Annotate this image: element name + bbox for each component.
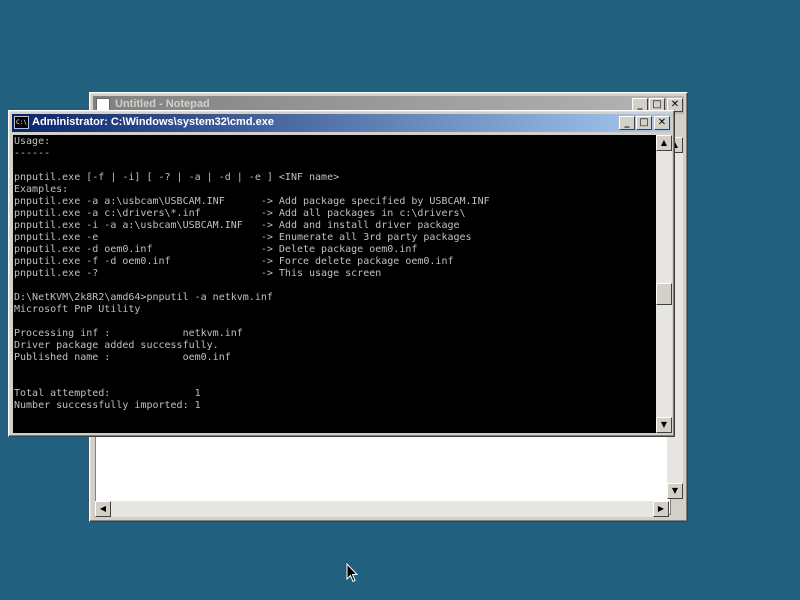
console-text: Usage: ------ pnputil.exe [-f | -i] [ -?…: [14, 136, 490, 433]
console-line: Number successfully imported: 1: [14, 400, 201, 411]
console-line: Examples:: [14, 184, 69, 195]
console-line: pnputil.exe -f -d oem0.inf -> Force dele…: [14, 256, 454, 267]
console-line: Microsoft PnP Utility: [14, 304, 141, 315]
console-line: D:\NetKVM\2k8R2\amd64>pnputil -a netkvm.…: [14, 292, 273, 303]
mouse-pointer-icon: [346, 563, 358, 583]
console-line: Processing inf : netkvm.inf: [14, 328, 243, 339]
console-line: pnputil.exe -d oem0.inf -> Delete packag…: [14, 244, 418, 255]
cmd-icon: C:\: [14, 116, 29, 129]
console-line: pnputil.exe -a c:\drivers\*.inf -> Add a…: [14, 208, 466, 219]
console-line: pnputil.exe -? -> This usage screen: [14, 268, 382, 279]
console-line: Driver package added successfully.: [14, 340, 219, 351]
cmd-scroll-thumb[interactable]: [656, 283, 672, 305]
cmd-vertical-scrollbar[interactable]: ▲ ▼: [656, 135, 672, 433]
console-line: Published name : oem0.inf: [14, 352, 231, 363]
console-line: Usage:: [14, 136, 51, 147]
cmd-minimize-button[interactable]: _: [619, 116, 635, 130]
cmd-scroll-up-icon[interactable]: ▲: [656, 135, 672, 151]
notepad-scroll-left-icon[interactable]: ◀: [95, 501, 111, 517]
notepad-scroll-right-icon[interactable]: ▶: [653, 501, 669, 517]
console-line: pnputil.exe -i -a a:\usbcam\USBCAM.INF -…: [14, 220, 460, 231]
console-line: ------: [14, 148, 51, 159]
cmd-scroll-down-icon[interactable]: ▼: [656, 417, 672, 433]
cmd-titlebar[interactable]: C:\ Administrator: C:\Windows\system32\c…: [12, 114, 671, 132]
notepad-horizontal-scrollbar[interactable]: ◀ ▶: [95, 501, 669, 517]
console-line: pnputil.exe -e -> Enumerate all 3rd part…: [14, 232, 472, 243]
cmd-maximize-button[interactable]: □: [636, 116, 652, 130]
cmd-title: Administrator: C:\Windows\system32\cmd.e…: [32, 116, 274, 128]
console-line: pnputil.exe [-f | -i] [ -? | -a | -d | -…: [14, 172, 340, 183]
notepad-scroll-down-icon[interactable]: ▼: [667, 483, 683, 499]
desktop[interactable]: Untitled - Notepad _ □ ✕ ▲ ▼ ◀ ▶ C:\ Adm…: [0, 0, 800, 600]
console-line: pnputil.exe -a a:\usbcam\USBCAM.INF -> A…: [14, 196, 490, 207]
cmd-window[interactable]: C:\ Administrator: C:\Windows\system32\c…: [8, 110, 675, 437]
cmd-close-button[interactable]: ✕: [654, 116, 670, 130]
notepad-title: Untitled - Notepad: [115, 98, 210, 110]
console-line: Total attempted: 1: [14, 388, 201, 399]
console-output[interactable]: Usage: ------ pnputil.exe [-f | -i] [ -?…: [13, 135, 656, 433]
